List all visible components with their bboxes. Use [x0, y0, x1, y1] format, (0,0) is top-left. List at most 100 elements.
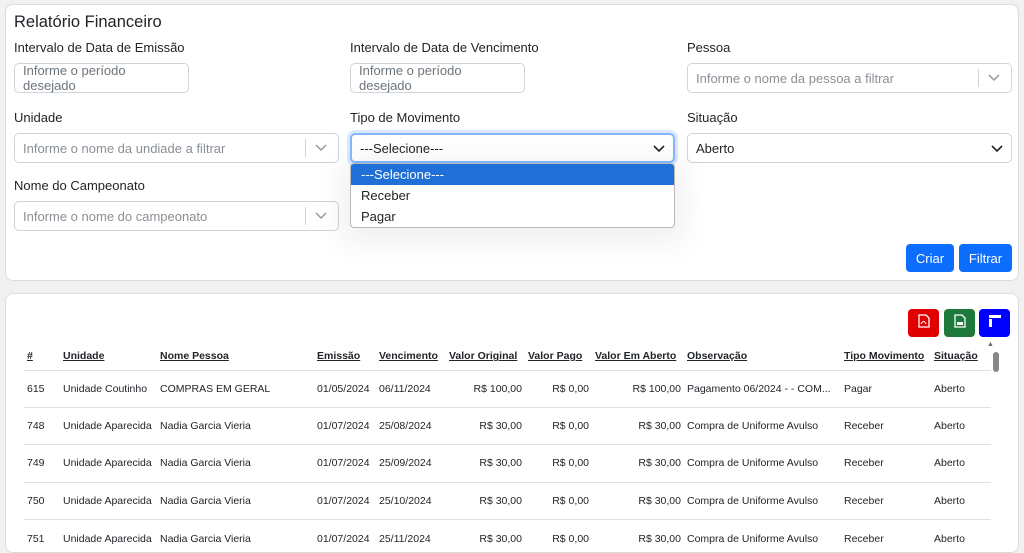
pessoa-placeholder: Informe o nome da pessoa a filtrar [696, 70, 894, 86]
cell-id: 749 [24, 444, 60, 483]
cell-nome-pessoa: Nadia Garcia Vieria [157, 519, 314, 552]
tipo-movimento-label: Tipo de Movimento [350, 110, 461, 125]
cell-valor-pago: R$ 0,00 [525, 369, 592, 408]
campeonato-label: Nome do Campeonato [14, 178, 145, 193]
vencimento-date-range-input[interactable]: Informe o período desejado [350, 63, 525, 93]
cell-valor-pago: R$ 0,00 [525, 519, 592, 552]
col-observacao[interactable]: Observação [684, 343, 841, 370]
col-unidade[interactable]: Unidade [60, 343, 157, 370]
cell-situacao: Aberto [931, 369, 991, 408]
financial-table: # Unidade Nome Pessoa Emissão Vencimento… [24, 343, 991, 552]
cell-emissao: 01/07/2024 [314, 406, 376, 445]
table-row[interactable]: 615 Unidade Coutinho COMPRAS EM GERAL 01… [24, 369, 991, 408]
cell-observacao: Pagamento 06/2024 - - COM... [684, 369, 841, 408]
cell-valor-em-aberto: R$ 30,00 [592, 519, 684, 552]
chevron-down-icon [991, 141, 1003, 156]
pessoa-select[interactable]: Informe o nome da pessoa a filtrar [687, 63, 1012, 93]
scrollbar-thumb[interactable] [993, 352, 999, 372]
pessoa-label: Pessoa [687, 40, 731, 55]
table-row[interactable]: 748 Unidade Aparecida Nadia Garcia Vieri… [24, 406, 991, 445]
situacao-label: Situação [687, 110, 738, 125]
cell-nome-pessoa: Nadia Garcia Vieria [157, 444, 314, 483]
export-pdf-button[interactable] [908, 309, 939, 337]
cell-tipo-movimento: Receber [841, 519, 931, 552]
table-row[interactable]: 749 Unidade Aparecida Nadia Garcia Vieri… [24, 444, 991, 483]
cell-tipo-movimento: Receber [841, 444, 931, 483]
chevron-down-icon [653, 141, 665, 156]
emissao-date-range-input[interactable]: Informe o período desejado [14, 63, 189, 93]
cell-observacao: Compra de Uniforme Avulso [684, 406, 841, 445]
campeonato-select[interactable]: Informe o nome do campeonato [14, 201, 339, 231]
cell-vencimento: 25/11/2024 [376, 519, 446, 552]
emissao-label: Intervalo de Data de Emissão [14, 40, 185, 55]
table-row[interactable]: 750 Unidade Aparecida Nadia Garcia Vieri… [24, 481, 991, 520]
cell-valor-original: R$ 30,00 [446, 406, 525, 445]
cell-situacao: Aberto [931, 444, 991, 483]
emissao-placeholder: Informe o período desejado [23, 63, 126, 93]
cell-situacao: Aberto [931, 481, 991, 520]
cell-observacao: Compra de Uniforme Avulso [684, 444, 841, 483]
cell-unidade: Unidade Aparecida [60, 406, 157, 445]
cell-unidade: Unidade Aparecida [60, 444, 157, 483]
cell-nome-pessoa: Nadia Garcia Vieria [157, 406, 314, 445]
cell-valor-pago: R$ 0,00 [525, 444, 592, 483]
scroll-up-arrow-icon[interactable]: ▲ [987, 341, 994, 348]
export-layout-button[interactable] [979, 309, 1010, 337]
cell-valor-em-aberto: R$ 30,00 [592, 406, 684, 445]
chevron-down-icon[interactable] [312, 144, 330, 152]
select-separator [978, 69, 979, 87]
situacao-select[interactable]: Aberto [687, 133, 1012, 163]
vencimento-label: Intervalo de Data de Vencimento [350, 40, 539, 55]
cell-valor-em-aberto: R$ 100,00 [592, 369, 684, 408]
cell-situacao: Aberto [931, 519, 991, 552]
unidade-label: Unidade [14, 110, 63, 125]
cell-valor-original: R$ 30,00 [446, 444, 525, 483]
criar-button[interactable]: Criar [906, 244, 954, 272]
filtrar-button[interactable]: Filtrar [959, 244, 1012, 272]
export-excel-button[interactable] [944, 309, 975, 337]
col-tipo-movimento[interactable]: Tipo Movimento [841, 343, 931, 370]
cell-unidade: Unidade Aparecida [60, 481, 157, 520]
cell-emissao: 01/05/2024 [314, 369, 376, 408]
cell-emissao: 01/07/2024 [314, 444, 376, 483]
cell-id: 748 [24, 406, 60, 445]
col-emissao[interactable]: Emissão [314, 343, 376, 370]
dropdown-option-receber[interactable]: Receber [351, 185, 674, 206]
col-nome-pessoa[interactable]: Nome Pessoa [157, 343, 314, 370]
col-id[interactable]: # [24, 343, 60, 370]
cell-id: 615 [24, 369, 60, 408]
excel-icon [953, 313, 966, 333]
cell-observacao: Compra de Uniforme Avulso [684, 481, 841, 520]
tipo-movimento-value: ---Selecione--- [360, 140, 444, 156]
cell-valor-pago: R$ 0,00 [525, 481, 592, 520]
table-row[interactable]: 751 Unidade Aparecida Nadia Garcia Vieri… [24, 519, 991, 552]
col-situacao[interactable]: Situação [931, 343, 991, 370]
dropdown-option-selecione[interactable]: ---Selecione--- [351, 164, 674, 185]
cell-emissao: 01/07/2024 [314, 519, 376, 552]
chevron-down-icon[interactable] [985, 74, 1003, 82]
col-valor-original[interactable]: Valor Original [446, 343, 525, 370]
col-valor-em-aberto[interactable]: Valor Em Aberto [592, 343, 684, 370]
col-valor-pago[interactable]: Valor Pago [525, 343, 592, 370]
table-header-row: # Unidade Nome Pessoa Emissão Vencimento… [24, 343, 991, 370]
pdf-icon [917, 313, 930, 333]
cell-emissao: 01/07/2024 [314, 481, 376, 520]
layout-icon [988, 314, 1002, 333]
cell-nome-pessoa: COMPRAS EM GERAL [157, 369, 314, 408]
unidade-select[interactable]: Informe o nome da undiade a filtrar [14, 133, 339, 163]
select-separator [305, 207, 306, 225]
cell-vencimento: 25/08/2024 [376, 406, 446, 445]
results-panel: # Unidade Nome Pessoa Emissão Vencimento… [5, 293, 1019, 553]
dropdown-option-pagar[interactable]: Pagar [351, 206, 674, 227]
col-vencimento[interactable]: Vencimento [376, 343, 446, 370]
cell-valor-em-aberto: R$ 30,00 [592, 444, 684, 483]
cell-nome-pessoa: Nadia Garcia Vieria [157, 481, 314, 520]
chevron-down-icon[interactable] [312, 212, 330, 220]
cell-vencimento: 06/11/2024 [376, 369, 446, 408]
situacao-value: Aberto [696, 140, 735, 156]
cell-tipo-movimento: Receber [841, 481, 931, 520]
tipo-movimento-select[interactable]: ---Selecione--- [350, 133, 675, 163]
cell-situacao: Aberto [931, 406, 991, 445]
cell-vencimento: 25/10/2024 [376, 481, 446, 520]
cell-vencimento: 25/09/2024 [376, 444, 446, 483]
